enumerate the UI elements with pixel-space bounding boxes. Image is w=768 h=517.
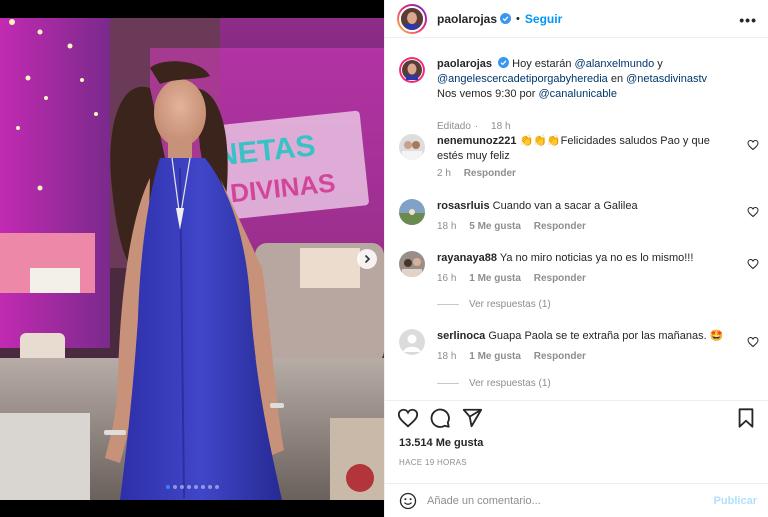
comments-list[interactable]: paolarojas Hoy estarán @alanxelmundo y @…	[385, 39, 768, 400]
heart-icon[interactable]	[397, 407, 419, 429]
comment-input[interactable]	[427, 490, 707, 512]
carousel-dot	[179, 485, 184, 489]
publish-button[interactable]: Publicar	[714, 495, 757, 507]
caption-edited-label: Editado	[437, 121, 471, 132]
comment-time: 16 h	[437, 273, 457, 284]
carousel-next-button[interactable]	[357, 249, 377, 269]
comment-time: 18 h	[437, 221, 457, 232]
view-replies-label[interactable]: Ver respuestas (1)	[469, 378, 551, 389]
commenter-avatar[interactable]	[399, 134, 425, 160]
carousel-dot	[172, 485, 177, 489]
instagram-post-modal: NETAS DIVINAS paolarojas • Seguir ••• pa…	[0, 0, 768, 517]
reply-button[interactable]: Responder	[534, 351, 586, 362]
heart-icon[interactable]	[747, 336, 759, 348]
bookmark-icon[interactable]	[735, 407, 757, 429]
caption-text: Nos vemos 9:30 por	[437, 88, 539, 100]
replies-divider	[437, 383, 459, 384]
heart-icon[interactable]	[747, 139, 759, 151]
comment-username[interactable]: rayanaya88	[437, 252, 497, 264]
comment-meta: 18 h 1 Me gusta Responder	[437, 351, 596, 362]
comment-username[interactable]: nenemunoz221	[437, 135, 516, 147]
send-icon[interactable]	[461, 407, 483, 429]
commenter-avatar[interactable]	[399, 329, 425, 355]
mention-link[interactable]: @netasdivinastv	[626, 73, 707, 85]
author-username[interactable]: paolarojas	[437, 12, 497, 26]
comment-meta: 2 h Responder	[437, 168, 526, 179]
carousel-dot	[214, 485, 219, 489]
carousel-dot	[207, 485, 212, 489]
comment-likes[interactable]: 5 Me gusta	[469, 221, 521, 232]
view-replies-label[interactable]: Ver respuestas (1)	[469, 299, 551, 310]
carousel-dot	[193, 485, 198, 489]
chevron-right-icon	[364, 254, 371, 264]
emoji-icon[interactable]	[399, 492, 417, 510]
post-timestamp: HACE 19 HORAS	[399, 458, 467, 467]
comment-icon[interactable]	[429, 407, 451, 429]
reply-button[interactable]: Responder	[534, 221, 586, 232]
verified-badge-icon	[500, 13, 512, 24]
caption-username[interactable]: paolarojas	[437, 58, 492, 70]
reply-button[interactable]: Responder	[464, 168, 516, 179]
comment-meta: 16 h 1 Me gusta Responder	[437, 273, 596, 284]
caption-author-avatar[interactable]	[399, 57, 425, 83]
caption-text: Hoy estarán	[512, 58, 575, 70]
view-replies-button[interactable]: Ver respuestas (1)	[437, 299, 551, 310]
author-avatar[interactable]	[397, 3, 427, 34]
mention-link[interactable]: @canalunicable	[539, 88, 617, 100]
comment-username[interactable]: rosasrluis	[437, 200, 490, 212]
replies-divider	[437, 304, 459, 305]
heart-icon[interactable]	[747, 206, 759, 218]
comment-time: 2 h	[437, 168, 451, 179]
commenter-avatar[interactable]	[399, 251, 425, 277]
comment-meta: 18 h 5 Me gusta Responder	[437, 221, 596, 232]
likes-count[interactable]: 13.514 Me gusta	[399, 437, 483, 449]
caption-text: y	[654, 58, 663, 70]
carousel-dot	[186, 485, 191, 489]
caption-time: 18 h	[491, 121, 511, 132]
header-separator: •	[516, 12, 520, 25]
reply-button[interactable]: Responder	[534, 273, 586, 284]
comment-text: Guapa Paola se te extraña por las mañana…	[488, 330, 724, 342]
carousel-indicator	[0, 485, 384, 489]
mention-link[interactable]: @angelescercadetiporgabyheredia	[437, 73, 608, 85]
caption-text: en	[607, 73, 627, 85]
carousel-dot	[165, 485, 170, 489]
comment-likes[interactable]: 1 Me gusta	[469, 273, 521, 284]
mention-link[interactable]: @alanxelmundo	[575, 58, 655, 70]
post-actions-bar	[385, 400, 768, 440]
commenter-avatar[interactable]	[399, 199, 425, 225]
caption-meta: Editado · 18 h	[437, 121, 511, 132]
view-replies-button[interactable]: Ver respuestas (1)	[437, 378, 551, 389]
comment-time: 18 h	[437, 351, 457, 362]
post-photo: NETAS DIVINAS	[0, 18, 384, 500]
comment-username[interactable]: serlinoca	[437, 330, 485, 342]
comment-likes[interactable]: 1 Me gusta	[469, 351, 521, 362]
more-options-icon[interactable]: •••	[739, 12, 757, 28]
follow-button[interactable]: Seguir	[525, 12, 562, 26]
heart-icon[interactable]	[747, 258, 759, 270]
post-header: paolarojas • Seguir •••	[385, 0, 768, 38]
comment-composer: Publicar	[385, 483, 768, 517]
avatar-image	[401, 7, 423, 30]
verified-badge-icon	[498, 57, 510, 68]
comment-text: Ya no miro noticias ya no es lo mismo!!!	[499, 252, 694, 264]
post-side-panel: paolarojas • Seguir ••• paolarojas Hoy e…	[384, 0, 768, 517]
post-media: NETAS DIVINAS	[0, 0, 384, 517]
carousel-dot	[200, 485, 205, 489]
comment-text: Cuando van a sacar a Galilea	[492, 200, 638, 212]
